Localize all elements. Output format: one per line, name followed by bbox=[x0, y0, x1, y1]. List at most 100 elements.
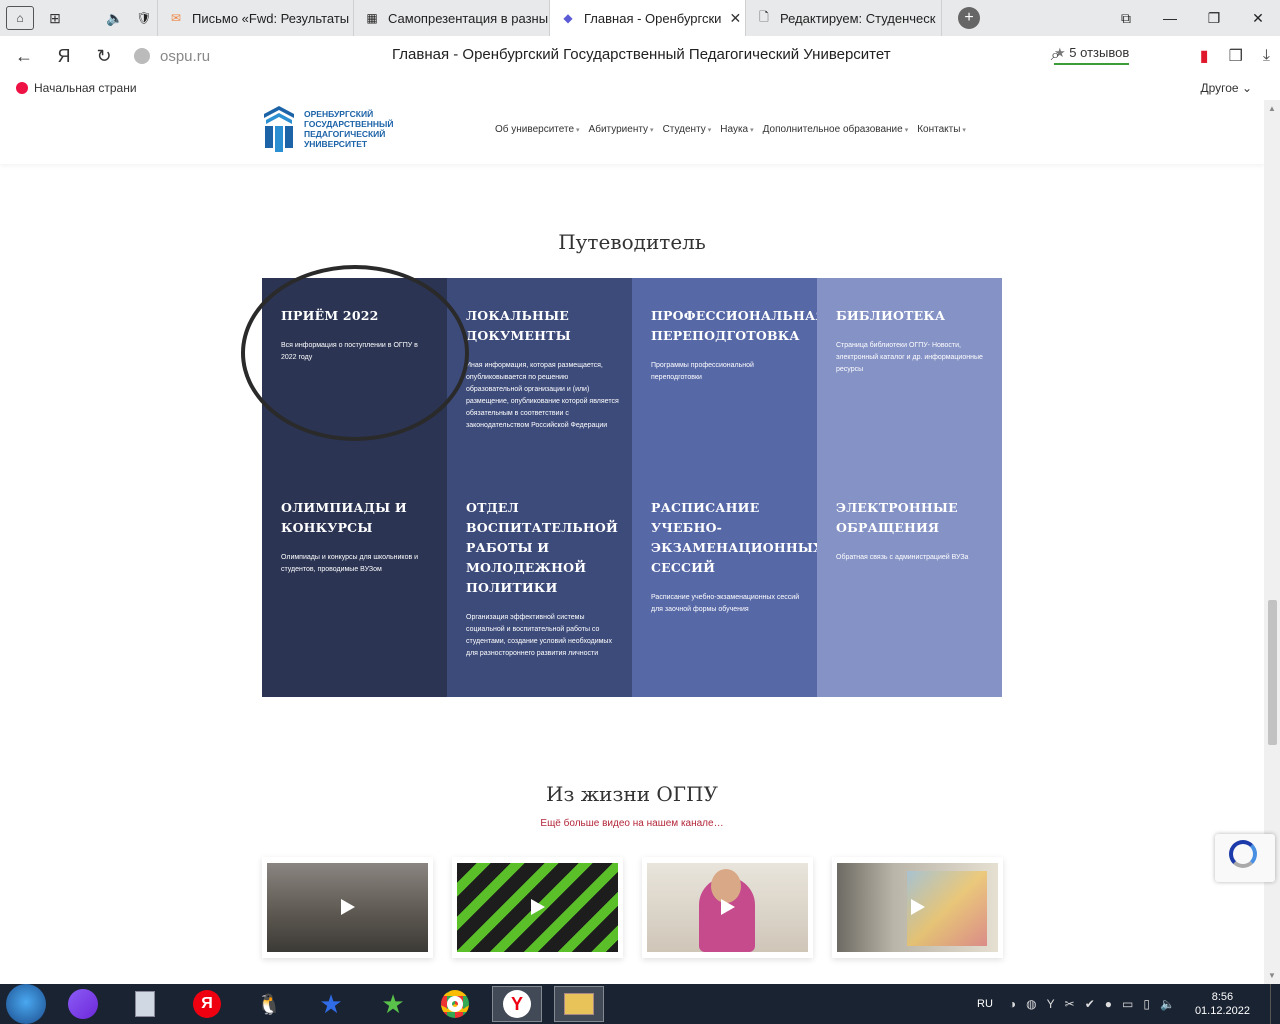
display-icon[interactable]: ▭ bbox=[1122, 997, 1133, 1011]
chrome-icon[interactable] bbox=[430, 986, 480, 1022]
document-icon: 🗋 bbox=[759, 9, 769, 24]
main-nav: Об университете ▾ Абитуриенту ▾ Студенту ▾ … bbox=[495, 124, 966, 135]
site-logo[interactable]: ОРЕНБУРГСКИЙ ГОСУДАРСТВЕННЫЙ ПЕДАГОГИЧЕС… bbox=[262, 104, 404, 154]
video-card[interactable] bbox=[452, 857, 623, 958]
network-globe-icon[interactable]: ◍ bbox=[1026, 997, 1036, 1011]
nav-item-contacts[interactable]: Контакты ▾ bbox=[917, 124, 966, 135]
app-tray-icon[interactable]: ◑ bbox=[1009, 997, 1016, 1011]
alice-app-icon[interactable] bbox=[58, 986, 108, 1022]
home-icon[interactable]: ⌂ bbox=[6, 6, 34, 30]
clock[interactable]: 8:56 01.12.2022 bbox=[1195, 990, 1250, 1018]
guide-card-olympiads[interactable]: ОЛИМПИАДЫ И КОНКУРСЫ Олимпиады и конкурс… bbox=[262, 470, 447, 697]
nav-item-about[interactable]: Об университете ▾ bbox=[495, 124, 580, 135]
calculator-icon[interactable] bbox=[120, 986, 170, 1022]
security-icon[interactable]: ✔ bbox=[1085, 997, 1095, 1011]
play-icon[interactable] bbox=[721, 899, 735, 915]
yandex-browser-icon[interactable]: Y bbox=[492, 986, 542, 1022]
show-desktop-button[interactable] bbox=[1270, 984, 1280, 1024]
yandex-icon[interactable]: Я bbox=[182, 986, 232, 1022]
recaptcha-badge[interactable] bbox=[1215, 834, 1275, 882]
nav-item-extra-education[interactable]: Дополнительное образование ▾ bbox=[763, 124, 909, 135]
game-icon[interactable]: 🐧 bbox=[244, 986, 294, 1022]
tab-presentation[interactable]: ▦ Самопрезентация в разны bbox=[354, 0, 550, 36]
minimize-icon[interactable]: — bbox=[1148, 0, 1192, 36]
tab-main[interactable]: ◆ Главная - Оренбургски ✕ bbox=[550, 0, 746, 36]
url-field[interactable]: ospu.ru bbox=[134, 48, 210, 65]
play-icon[interactable] bbox=[911, 899, 925, 915]
green-star-icon[interactable]: ★ bbox=[368, 986, 418, 1022]
play-icon[interactable] bbox=[341, 899, 355, 915]
new-tab-button[interactable]: + bbox=[958, 7, 980, 29]
video-card[interactable] bbox=[832, 857, 1003, 958]
channel-link[interactable]: Ещё больше видео на нашем канале… bbox=[0, 818, 1264, 829]
video-list bbox=[262, 857, 1003, 958]
person-head bbox=[711, 869, 741, 903]
volume-icon[interactable]: 🔈 bbox=[1160, 997, 1175, 1011]
close-icon[interactable]: ✕ bbox=[729, 10, 741, 27]
language-indicator[interactable]: RU bbox=[977, 998, 993, 1010]
blue-star-icon[interactable]: ★ bbox=[306, 986, 356, 1022]
nav-label: Об университете bbox=[495, 124, 575, 135]
system-tray: RU ◑ ◍ Y ✂ ✔ ● ▭ ▯ 🔈 8:56 01.12.2022 bbox=[977, 984, 1280, 1024]
guide-card-local-docs[interactable]: ЛОКАЛЬНЫЕ ДОКУМЕНТЫ Иная информация, кот… bbox=[447, 278, 632, 470]
guide-card-appeals[interactable]: ЭЛЕКТРОННЫЕ ОБРАЩЕНИЯ Обратная связь с а… bbox=[817, 470, 1002, 697]
tab-shield[interactable]: 🛡 bbox=[130, 0, 158, 36]
card-text: Страница библиотеки ОГПУ- Новости, элект… bbox=[836, 342, 983, 373]
network-icon[interactable]: ▯ bbox=[1143, 997, 1150, 1011]
restore-icon[interactable]: ❐ bbox=[1192, 0, 1236, 36]
scroll-thumb[interactable] bbox=[1268, 600, 1277, 745]
tab-mail[interactable]: ✉ Письмо «Fwd: Результаты bbox=[158, 0, 354, 36]
scroll-up-icon[interactable]: ▲ bbox=[1268, 104, 1276, 113]
guide-card-schedule[interactable]: РАСПИСАНИЕ УЧЕБНО-ЭКЗАМЕНАЦИОННЫХ СЕССИЙ… bbox=[632, 470, 823, 697]
bookmark-icon[interactable]: ▮ bbox=[1200, 46, 1209, 66]
nav-item-science[interactable]: Наука ▾ bbox=[720, 124, 753, 135]
new-window-icon[interactable]: ⊞ bbox=[40, 4, 70, 32]
nav-label: Абитуриенту bbox=[588, 124, 649, 135]
card-text: Расписание учебно-экзаменационных сессий… bbox=[651, 594, 800, 613]
scroll-down-icon[interactable]: ▼ bbox=[1268, 971, 1276, 980]
video-card[interactable] bbox=[262, 857, 433, 958]
tab-edit[interactable]: 🗋 Редактируем: Студенческ bbox=[746, 0, 942, 36]
recaptcha-icon bbox=[1229, 840, 1257, 868]
card-title: ОЛИМПИАДЫ И КОНКУРСЫ bbox=[281, 500, 407, 535]
guide-card-retraining[interactable]: ПРОФЕССИОНАЛЬНАЯ ПЕРЕПОДГОТОВКА Программ… bbox=[632, 278, 826, 470]
guide-card-youth-policy[interactable]: ОТДЕЛ ВОСПИТАТЕЛЬНОЙ РАБОТЫ И МОЛОДЕЖНОЙ… bbox=[447, 470, 632, 697]
life-heading: Из жизни ОГПУ bbox=[546, 782, 718, 806]
tab-label: Редактируем: Студенческ bbox=[780, 10, 936, 26]
chevron-down-icon: ▾ bbox=[904, 127, 909, 134]
file-explorer-icon[interactable] bbox=[554, 986, 604, 1022]
yandex-tray-icon[interactable]: Y bbox=[1047, 997, 1055, 1011]
download-icon[interactable]: ⤓ bbox=[1263, 47, 1270, 65]
chevron-down-icon: ▾ bbox=[576, 127, 580, 134]
chevron-down-icon: ▾ bbox=[707, 127, 712, 134]
start-button[interactable] bbox=[6, 984, 46, 1024]
video-card[interactable] bbox=[642, 857, 813, 958]
guide-card-library[interactable]: БИБЛИОТЕКА Страница библиотеки ОГПУ- Нов… bbox=[817, 278, 1002, 470]
search-icon[interactable]: ⌕ bbox=[1051, 47, 1060, 65]
window-controls: ⧉ — ❐ ✕ bbox=[1104, 0, 1280, 36]
nav-item-students[interactable]: Студенту ▾ bbox=[663, 124, 712, 135]
shield-icon: 🛡 bbox=[136, 11, 152, 25]
bluetooth-icon[interactable]: ● bbox=[1105, 997, 1112, 1011]
sound-icon[interactable]: 🔈 bbox=[100, 4, 130, 32]
lock-icon[interactable] bbox=[134, 48, 150, 64]
tool-icon[interactable]: ✂ bbox=[1065, 997, 1075, 1011]
clock-date: 01.12.2022 bbox=[1194, 1005, 1250, 1017]
alice-icon bbox=[16, 82, 28, 94]
close-window-icon[interactable]: ✕ bbox=[1236, 0, 1280, 36]
nav-label: Дополнительное образование bbox=[762, 124, 903, 135]
bookmark-other[interactable]: Другое ⌄ bbox=[1200, 81, 1252, 95]
nav-label: Контакты bbox=[917, 124, 961, 135]
back-icon[interactable]: ← bbox=[8, 40, 40, 72]
logo-line: ОРЕНБУРГСКИЙ bbox=[304, 109, 374, 119]
logo-line: ПЕДАГОГИЧЕСКИЙ bbox=[304, 129, 386, 139]
card-text: Программы профессиональной переподготовк… bbox=[651, 362, 754, 381]
collections-icon[interactable]: ❒ bbox=[1229, 46, 1243, 66]
play-icon[interactable] bbox=[531, 899, 545, 915]
bookmark-home[interactable]: Начальная страни bbox=[34, 81, 137, 95]
address-bar: ← Я ↻ ospu.ru Главная - Оренбургский Гос… bbox=[0, 36, 1280, 76]
nav-item-applicants[interactable]: Абитуриенту ▾ bbox=[589, 124, 654, 135]
tabs-icon[interactable]: ⧉ bbox=[1104, 0, 1148, 36]
reload-icon[interactable]: ↻ bbox=[88, 40, 120, 72]
yandex-icon[interactable]: Я bbox=[48, 40, 80, 72]
